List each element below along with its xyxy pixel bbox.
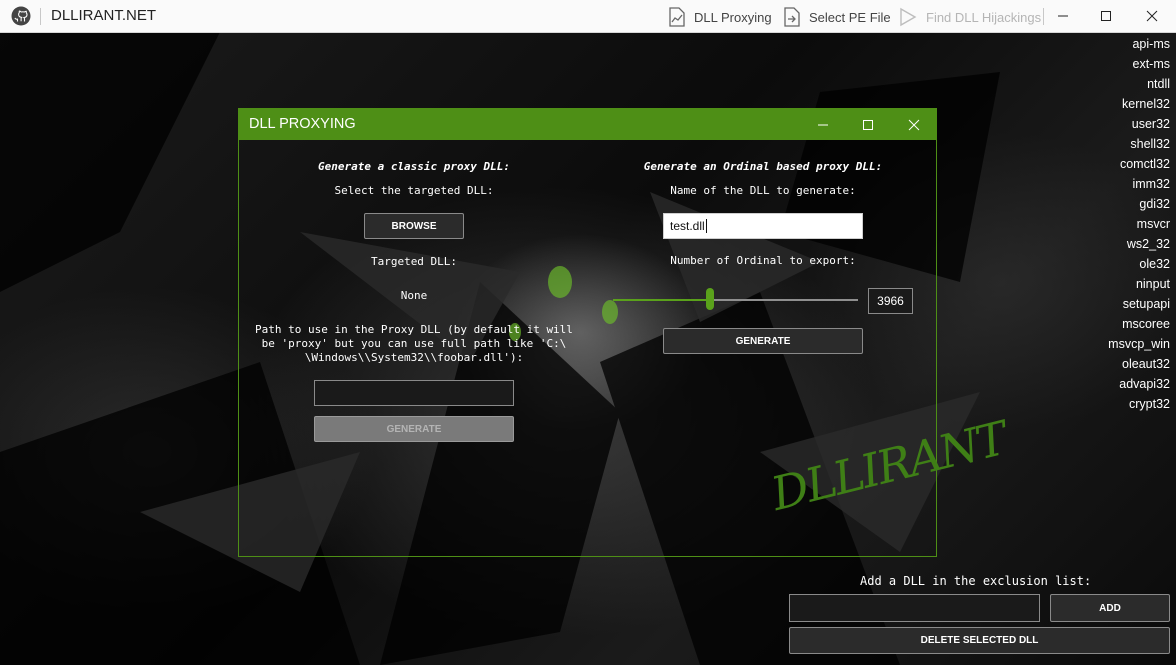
- ordinal-slider-fill: [613, 299, 710, 301]
- dll-list-item[interactable]: gdi32: [1108, 194, 1170, 214]
- dll-list-item[interactable]: oleaut32: [1108, 354, 1170, 374]
- proxy-path-line: be 'proxy' but you can use full path lik…: [261, 337, 567, 350]
- dll-name-label: Name of the DLL to generate:: [670, 184, 856, 197]
- play-icon: [900, 7, 917, 27]
- classic-generate-button[interactable]: GENERATE: [314, 416, 514, 442]
- dll-list-item[interactable]: crypt32: [1108, 394, 1170, 414]
- proxy-path-input[interactable]: [314, 380, 514, 406]
- dialog-titlebar[interactable]: DLL PROXYING: [239, 109, 936, 140]
- titlebar-divider: [40, 8, 41, 25]
- select-pe-file-button[interactable]: Select PE File: [783, 6, 891, 28]
- exclusion-label: Add a DLL in the exclusion list:: [860, 574, 1092, 588]
- proxy-path-line: \Windows\\System32\\foobar.dll'):: [304, 351, 524, 364]
- dll-list-item[interactable]: ext-ms: [1108, 54, 1171, 74]
- dll-proxying-button[interactable]: DLL Proxying: [668, 6, 772, 28]
- minimize-icon: [1058, 15, 1068, 17]
- dialog-maximize-button[interactable]: [845, 109, 891, 140]
- dialog-close-button[interactable]: [891, 109, 937, 140]
- dll-list-item[interactable]: msvcp_win: [1108, 334, 1170, 354]
- maximize-icon: [863, 119, 873, 130]
- maximize-button[interactable]: [1086, 0, 1126, 32]
- dll-list-item[interactable]: msvcr: [1108, 214, 1170, 234]
- dll-proxying-dialog: DLL PROXYING Generate a classic proxy DL…: [238, 108, 1011, 557]
- dll-list-item[interactable]: ntdll: [1108, 74, 1170, 94]
- ordinal-count-label: Number of Ordinal to export:: [670, 254, 856, 267]
- chart-document-icon: [669, 7, 685, 27]
- browse-button[interactable]: BROWSE: [364, 213, 464, 239]
- dialog-minimize-button[interactable]: [800, 109, 846, 140]
- find-dll-hijackings-button[interactable]: Find DLL Hijackings: [898, 6, 1041, 28]
- close-icon: [908, 119, 920, 130]
- find-dll-hijackings-label: Find DLL Hijackings: [926, 9, 1042, 25]
- dll-list-item[interactable]: setupapi: [1108, 294, 1170, 314]
- app-title: DLLIRANT.NET: [51, 7, 157, 24]
- dll-exclusion-list[interactable]: api-ms ext-ms ntdll kernel32 user32 shell32 co…: [1108, 34, 1170, 414]
- dll-proxying-label: DLL Proxying: [694, 9, 772, 25]
- dialog-title: DLL PROXYING: [249, 116, 356, 132]
- dll-list-item[interactable]: advapi32: [1108, 374, 1170, 394]
- ordinal-heading: Generate an Ordinal based proxy DLL:: [643, 160, 883, 173]
- app-titlebar: DLLIRANT.NET DLL Proxying Select PE File…: [0, 0, 1176, 33]
- add-button[interactable]: ADD: [1050, 594, 1170, 622]
- select-pe-file-label: Select PE File: [809, 9, 891, 25]
- proxy-path-line: Path to use in the Proxy DLL (by default…: [255, 323, 573, 336]
- dll-list-item[interactable]: user32: [1108, 114, 1170, 134]
- dll-list-item[interactable]: api-ms: [1108, 34, 1170, 54]
- file-arrow-icon: [784, 7, 800, 27]
- dll-name-value: test.dll: [670, 219, 705, 233]
- maximize-icon: [1101, 11, 1111, 21]
- dll-name-input[interactable]: test.dll: [663, 213, 863, 239]
- classic-heading: Generate a classic proxy DLL:: [317, 160, 511, 173]
- dll-list-item[interactable]: comctl32: [1108, 154, 1170, 174]
- minimize-icon: [818, 124, 828, 125]
- dll-list-item[interactable]: kernel32: [1108, 94, 1170, 114]
- delete-selected-dll-button[interactable]: DELETE SELECTED DLL: [789, 627, 1170, 654]
- dll-list-item[interactable]: ninput: [1108, 274, 1170, 294]
- github-icon[interactable]: [11, 6, 31, 26]
- text-cursor: [705, 219, 707, 233]
- targeted-dll-value: None: [400, 289, 428, 302]
- ordinal-count-value[interactable]: 3966: [868, 288, 913, 314]
- dll-list-item[interactable]: ws2_32: [1108, 234, 1170, 254]
- minimize-button[interactable]: [1043, 0, 1083, 32]
- close-button[interactable]: [1132, 0, 1172, 32]
- proxy-path-description: Path to use in the Proxy DLL (by default…: [239, 323, 589, 365]
- select-dll-label: Select the targeted DLL:: [334, 184, 494, 197]
- ordinal-slider[interactable]: [613, 288, 858, 310]
- dll-list-item[interactable]: imm32: [1108, 174, 1170, 194]
- close-icon: [1146, 10, 1158, 22]
- dll-list-item[interactable]: mscoree: [1108, 314, 1170, 334]
- dll-list-item[interactable]: shell32: [1108, 134, 1170, 154]
- targeted-dll-label: Targeted DLL:: [370, 255, 458, 268]
- dll-list-item[interactable]: ole32: [1108, 254, 1170, 274]
- ordinal-slider-thumb[interactable]: [705, 288, 714, 310]
- exclusion-input[interactable]: [789, 594, 1040, 622]
- ordinal-generate-button[interactable]: GENERATE: [663, 328, 863, 354]
